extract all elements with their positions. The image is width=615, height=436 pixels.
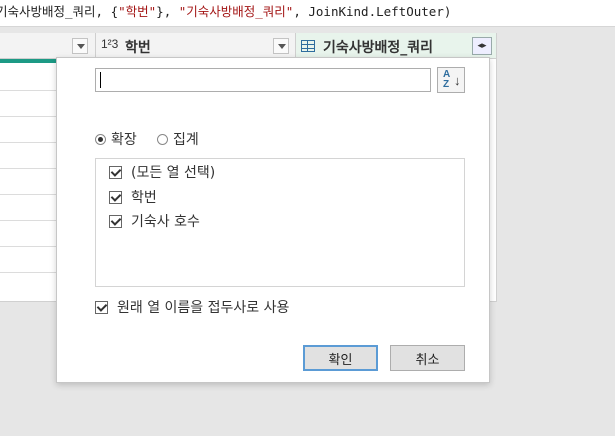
column-label-student-id: 학번 <box>125 40 151 56</box>
expand-option[interactable]: 확장 <box>95 130 137 148</box>
column-divider[interactable] <box>95 33 96 59</box>
expand-columns-icon[interactable]: ◂▸ <box>472 37 492 55</box>
check-label: 학번 <box>131 190 157 206</box>
use-prefix-option[interactable]: 원래 열 이름을 접두사로 사용 <box>95 297 289 317</box>
list-item-select-all[interactable]: (모든 열 선택) <box>109 162 215 182</box>
check-label: (모든 열 선택) <box>131 165 216 181</box>
radio-expand[interactable] <box>95 133 106 145</box>
radio-expand-label: 확장 <box>111 132 137 148</box>
row-divider <box>0 246 60 247</box>
expand-column-dialog: AZ ↓ 확장 집계 (모든 열 선택) 학번 기숙사 호수 원래 열 이름을 … <box>56 57 490 383</box>
column-search-input[interactable] <box>95 68 431 92</box>
formula-prefix: 기숙사방배정_쿼리, { <box>0 4 119 19</box>
formula-suffix: , JoinKind.LeftOuter) <box>293 4 452 19</box>
row-divider <box>0 194 60 195</box>
text-caret <box>100 72 101 88</box>
row-divider <box>0 142 60 143</box>
checkbox-dorm-room[interactable] <box>109 214 122 228</box>
aggregate-option[interactable]: 집계 <box>157 130 199 148</box>
list-item-student-id[interactable]: 학번 <box>109 187 157 207</box>
cancel-button[interactable]: 취소 <box>390 345 465 371</box>
formula-mid: }, <box>156 4 179 19</box>
ok-button[interactable]: 확인 <box>303 345 378 371</box>
column-a-filter-dropdown[interactable] <box>72 38 88 54</box>
column-checklist[interactable]: (모든 열 선택) 학번 기숙사 호수 <box>95 158 465 287</box>
sort-az-button[interactable]: AZ ↓ <box>437 67 465 93</box>
formula-text: 기숙사방배정_쿼리, {"학번"}, "기숙사방배정_쿼리", JoinKind… <box>0 0 451 24</box>
row-divider <box>0 168 60 169</box>
whole-number-type-icon[interactable]: 1²3 <box>101 37 118 51</box>
row-divider <box>0 220 60 221</box>
use-prefix-label: 원래 열 이름을 접두사로 사용 <box>117 300 290 316</box>
radio-aggregate[interactable] <box>157 133 168 145</box>
checkbox-student-id[interactable] <box>109 190 122 204</box>
checkbox-use-prefix[interactable] <box>95 300 108 314</box>
column-quality-bar <box>0 59 60 63</box>
sort-arrow-icon: ↓ <box>454 73 461 88</box>
table-type-icon[interactable] <box>301 40 315 52</box>
checkbox-select-all[interactable] <box>109 165 122 179</box>
row-divider <box>0 90 60 91</box>
sort-az-icon: AZ <box>443 69 451 90</box>
student-id-filter-dropdown[interactable] <box>273 38 289 54</box>
column-divider[interactable] <box>295 33 296 59</box>
formula-string-2: "기숙사방배정_쿼리" <box>178 4 294 19</box>
row-divider <box>0 116 60 117</box>
check-label: 기숙사 호수 <box>131 214 200 230</box>
radio-aggregate-label: 집계 <box>173 132 199 148</box>
formula-bar[interactable]: 기숙사방배정_쿼리, {"학번"}, "기숙사방배정_쿼리", JoinKind… <box>0 0 615 27</box>
formula-string-1: "학번" <box>118 4 157 19</box>
row-divider <box>0 272 60 273</box>
list-item-dorm-room[interactable]: 기숙사 호수 <box>109 211 200 231</box>
column-label-dorm-query: 기숙사방배정_쿼리 <box>323 40 434 56</box>
